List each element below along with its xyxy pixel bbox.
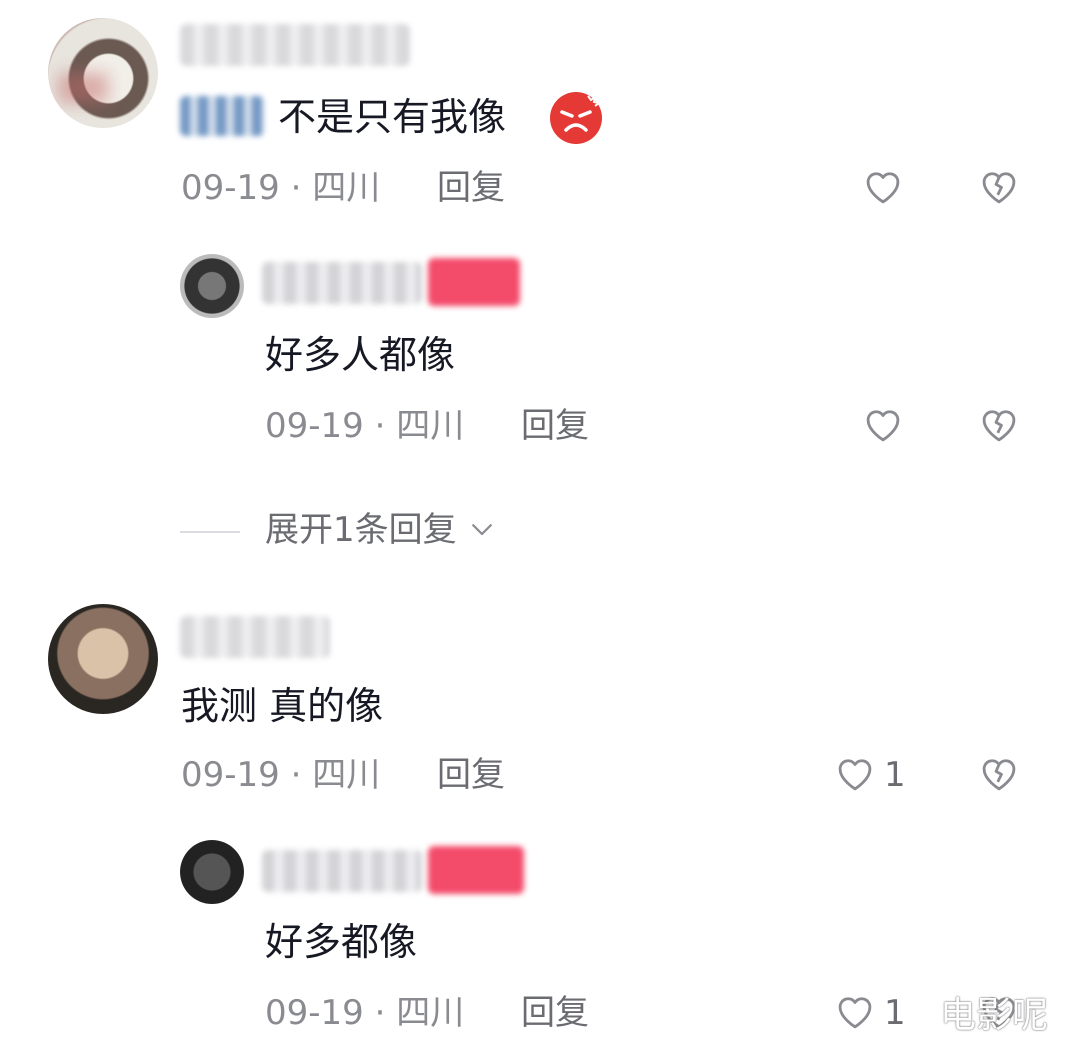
avatar[interactable] <box>180 840 244 904</box>
heart-icon[interactable] <box>862 404 904 446</box>
like-count: 1 <box>884 993 906 1033</box>
watermark: 电影呢 <box>940 995 1049 1036</box>
separator: · <box>290 168 302 208</box>
mention-blurred[interactable] <box>180 96 264 136</box>
comment-location: 四川 <box>312 168 381 208</box>
author-tag-blurred <box>428 258 520 306</box>
comment-meta: 09-19 · 四川 <box>265 996 464 1030</box>
like-count: 1 <box>884 755 906 795</box>
comment-meta: 09-19 · 四川 <box>181 758 380 792</box>
reply-button[interactable]: 回复 <box>437 171 505 205</box>
broken-heart-icon[interactable] <box>978 404 1020 446</box>
username-blurred[interactable] <box>180 24 410 66</box>
comment-text: 好多人都像 <box>265 333 456 377</box>
comment-date: 09-19 <box>265 993 364 1033</box>
comment-text: 我测 真的像 <box>181 684 384 728</box>
reply-button[interactable]: 回复 <box>437 758 505 792</box>
username-blurred[interactable] <box>180 616 330 658</box>
separator: · <box>374 406 386 446</box>
comment-meta: 09-19 · 四川 <box>265 409 464 443</box>
username-blurred[interactable] <box>262 850 422 892</box>
broken-heart-icon[interactable] <box>978 166 1020 208</box>
comment-location: 四川 <box>312 755 381 795</box>
avatar[interactable] <box>48 604 158 714</box>
broken-heart-icon[interactable] <box>978 753 1020 795</box>
comment-text: 好多都像 <box>265 920 418 964</box>
comment-location: 四川 <box>396 406 465 446</box>
heart-icon[interactable] <box>862 166 904 208</box>
chevron-down-icon <box>467 514 497 550</box>
comment-date: 09-19 <box>181 755 280 795</box>
expand-replies-button[interactable]: 展开1条回复 <box>265 513 497 550</box>
expand-replies-label: 展开1条回复 <box>265 510 457 550</box>
reply-button[interactable]: 回复 <box>521 996 589 1030</box>
angry-face-icon <box>548 90 604 146</box>
comment-meta: 09-19 · 四川 <box>181 171 380 205</box>
reply-button[interactable]: 回复 <box>521 409 589 443</box>
heart-icon[interactable] <box>834 753 876 795</box>
expand-divider <box>180 531 240 533</box>
separator: · <box>290 755 302 795</box>
comment-text: 不是只有我像 <box>278 95 507 139</box>
avatar[interactable] <box>48 18 158 128</box>
comment-date: 09-19 <box>265 406 364 446</box>
username-blurred[interactable] <box>262 262 422 304</box>
heart-icon[interactable] <box>834 991 876 1033</box>
avatar[interactable] <box>180 254 244 318</box>
author-tag-blurred <box>428 846 524 894</box>
comment-location: 四川 <box>396 993 465 1033</box>
comment-date: 09-19 <box>181 168 280 208</box>
separator: · <box>374 993 386 1033</box>
